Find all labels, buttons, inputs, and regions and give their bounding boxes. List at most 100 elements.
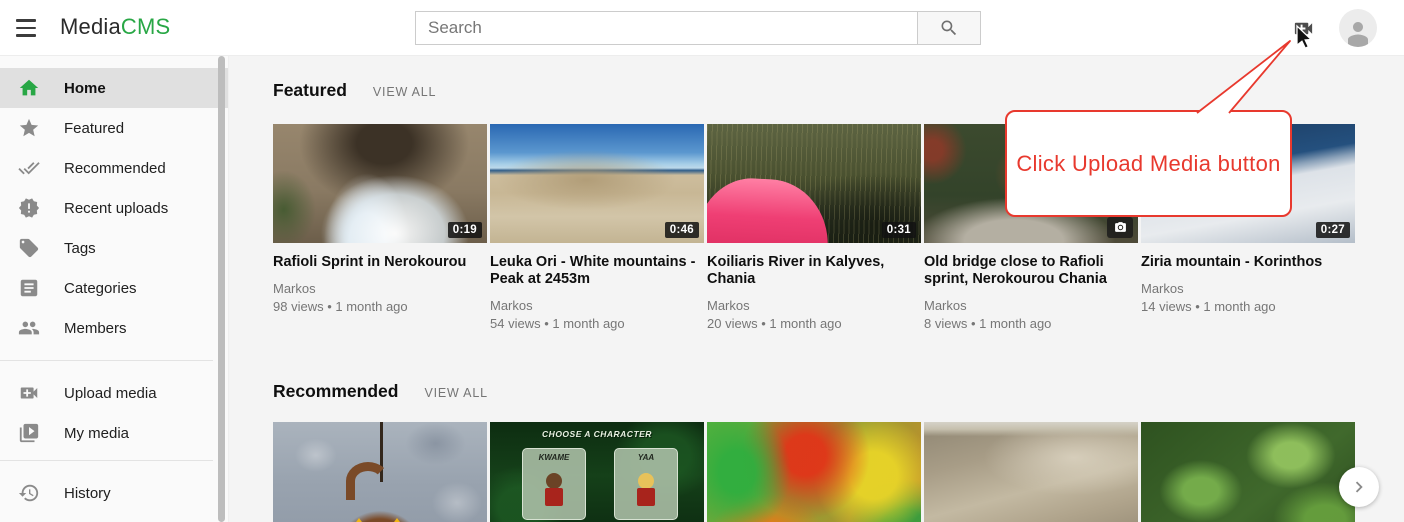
sidebar-item-label: Recommended xyxy=(64,160,166,177)
sidebar-item-label: Upload media xyxy=(64,385,157,402)
media-card xyxy=(924,422,1138,522)
search-button[interactable] xyxy=(918,11,981,45)
sidebar: Home Featured Recommended Recent uploads… xyxy=(0,56,229,522)
kayak-shape xyxy=(707,176,831,243)
media-meta: 20 views • 1 month ago xyxy=(707,316,921,331)
sidebar-item-history[interactable]: History xyxy=(0,473,228,513)
section-title: Recommended xyxy=(273,381,398,402)
sidebar-item-label: Featured xyxy=(64,120,124,137)
media-author[interactable]: Markos xyxy=(707,298,921,313)
duration-badge: 0:46 xyxy=(665,222,699,238)
sidebar-item-featured[interactable]: Featured xyxy=(0,108,228,148)
media-card xyxy=(273,422,487,522)
person-icon xyxy=(1343,17,1373,47)
annotation-callout: Click Upload Media button xyxy=(1005,110,1292,217)
section-title: Featured xyxy=(273,80,347,101)
recommended-cards-row: CHOOSE A CHARACTER KWAME YAA Selected Se… xyxy=(273,422,1355,522)
sidebar-item-upload-media[interactable]: Upload media xyxy=(0,373,228,413)
sidebar-scrollbar[interactable] xyxy=(218,56,225,522)
media-title[interactable]: Ziria mountain - Korinthos xyxy=(1141,254,1355,271)
duration-badge: 0:31 xyxy=(882,222,916,238)
media-thumbnail-leaves[interactable] xyxy=(1141,422,1355,522)
media-card xyxy=(1141,422,1355,522)
double-check-icon xyxy=(18,157,40,179)
media-card: CHOOSE A CHARACTER KWAME YAA Selected Se… xyxy=(490,422,704,522)
media-thumbnail-game[interactable]: CHOOSE A CHARACTER KWAME YAA Selected Se… xyxy=(490,422,704,522)
search-bar xyxy=(415,11,981,45)
history-icon xyxy=(18,482,40,504)
search-input[interactable] xyxy=(415,11,918,45)
carousel-next-button[interactable] xyxy=(1339,467,1379,507)
sidebar-divider xyxy=(0,360,213,361)
media-thumbnail-mountains[interactable]: 0:46 xyxy=(490,124,704,243)
media-thumbnail-pumpkin[interactable] xyxy=(273,422,487,522)
logo[interactable]: MediaCMS xyxy=(60,14,170,40)
camera-icon xyxy=(1114,221,1127,234)
media-meta: 14 views • 1 month ago xyxy=(1141,299,1355,314)
search-icon xyxy=(939,18,959,38)
user-avatar[interactable] xyxy=(1339,9,1377,47)
game-character-name: KWAME xyxy=(523,453,585,462)
logo-cms-text: CMS xyxy=(121,14,171,39)
chevron-right-icon xyxy=(1348,476,1370,498)
sidebar-item-categories[interactable]: Categories xyxy=(0,268,228,308)
sidebar-item-recent-uploads[interactable]: Recent uploads xyxy=(0,188,228,228)
duration-badge: 0:19 xyxy=(448,222,482,238)
sidebar-item-my-media[interactable]: My media xyxy=(0,413,228,453)
sidebar-item-label: Tags xyxy=(64,240,96,257)
sidebar-item-label: History xyxy=(64,485,111,502)
sidebar-item-members[interactable]: Members xyxy=(0,308,228,348)
sidebar-item-label: Home xyxy=(64,80,106,97)
media-title[interactable]: Leuka Ori - White mountains - Peak at 24… xyxy=(490,254,704,288)
media-author[interactable]: Markos xyxy=(273,281,487,296)
media-meta: 54 views • 1 month ago xyxy=(490,316,704,331)
media-author[interactable]: Markos xyxy=(924,298,1138,313)
sidebar-item-label: Categories xyxy=(64,280,137,297)
media-author[interactable]: Markos xyxy=(490,298,704,313)
new-releases-icon xyxy=(18,197,40,219)
sidebar-item-label: My media xyxy=(64,425,129,442)
star-icon xyxy=(18,117,40,139)
recommended-section-header: Recommended VIEW ALL xyxy=(273,381,488,402)
members-icon xyxy=(18,317,40,339)
media-title[interactable]: Rafioli Sprint in Nerokourou xyxy=(273,254,487,271)
categories-icon xyxy=(18,277,40,299)
sidebar-divider xyxy=(0,460,213,461)
game-character-name: YAA xyxy=(615,453,677,462)
sidebar-item-label: Recent uploads xyxy=(64,200,168,217)
game-heading-text: CHOOSE A CHARACTER xyxy=(490,429,704,439)
media-title[interactable]: Old bridge close to Rafioli sprint, Nero… xyxy=(924,254,1138,288)
media-meta: 8 views • 1 month ago xyxy=(924,316,1138,331)
video-library-icon xyxy=(18,422,40,444)
media-thumbnail-colorful[interactable] xyxy=(707,422,921,522)
featured-view-all-link[interactable]: VIEW ALL xyxy=(373,85,436,99)
upload-media-icon xyxy=(1292,17,1315,40)
mediacms-page: MediaCMS Home xyxy=(0,0,1404,522)
sidebar-item-label: Members xyxy=(64,320,127,337)
media-thumbnail-waterfall[interactable]: 0:19 xyxy=(273,124,487,243)
media-card: 0:46 Leuka Ori - White mountains - Peak … xyxy=(490,124,704,331)
sidebar-item-tags[interactable]: Tags xyxy=(0,228,228,268)
recommended-view-all-link[interactable]: VIEW ALL xyxy=(424,386,487,400)
media-thumbnail-river[interactable]: 0:31 xyxy=(707,124,921,243)
logo-media-text: Media xyxy=(60,14,121,39)
upload-media-icon xyxy=(18,382,40,404)
media-card: 0:31 Koiliaris River in Kalyves, Chania … xyxy=(707,124,921,331)
media-title[interactable]: Koiliaris River in Kalyves, Chania xyxy=(707,254,921,288)
upload-media-button[interactable] xyxy=(1290,15,1316,41)
annotation-text: Click Upload Media button xyxy=(1016,151,1280,177)
sidebar-item-home[interactable]: Home xyxy=(0,68,228,108)
image-type-badge xyxy=(1107,217,1133,238)
media-card xyxy=(707,422,921,522)
top-header: MediaCMS xyxy=(0,0,1404,56)
sidebar-item-recommended[interactable]: Recommended xyxy=(0,148,228,188)
tag-icon xyxy=(18,237,40,259)
media-author[interactable]: Markos xyxy=(1141,281,1355,296)
duration-badge: 0:27 xyxy=(1316,222,1350,238)
media-card: 0:19 Rafioli Sprint in Nerokourou Markos… xyxy=(273,124,487,331)
home-icon xyxy=(18,77,40,99)
media-meta: 98 views • 1 month ago xyxy=(273,299,487,314)
media-thumbnail-scree[interactable] xyxy=(924,422,1138,522)
featured-section-header: Featured VIEW ALL xyxy=(273,80,436,101)
hamburger-menu-icon[interactable] xyxy=(16,17,38,39)
